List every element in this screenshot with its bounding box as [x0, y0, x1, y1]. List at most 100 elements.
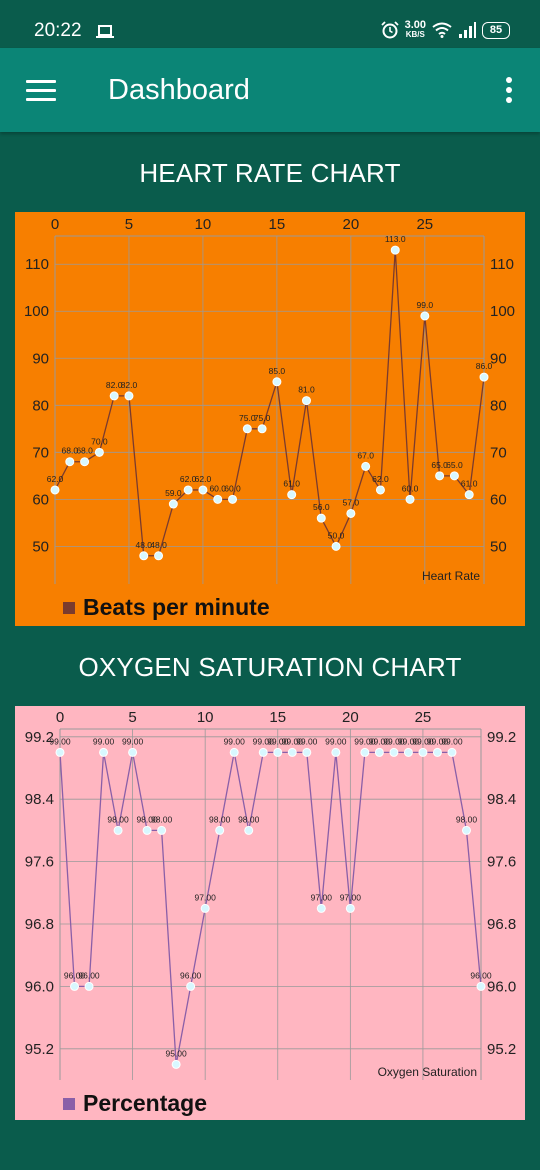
data-point[interactable] [65, 457, 75, 467]
data-point[interactable] [331, 541, 341, 551]
x-tick-label: 20 [343, 216, 360, 233]
status-icons: 3.00 KB/S 85 [380, 18, 510, 42]
page-title: Dashboard [108, 74, 250, 106]
speed-unit: KB/S [405, 30, 425, 39]
data-point[interactable] [70, 981, 80, 991]
y-tick-label-right: 60 [490, 491, 507, 508]
data-point[interactable] [50, 485, 60, 495]
oxygen-chart[interactable]: 0 5 10 15 20 25 95.2 95.2 96.0 96.0 96.8 96.8 97.6 97… [15, 706, 525, 1120]
data-point[interactable] [198, 485, 208, 495]
data-point[interactable] [124, 391, 134, 401]
data-point[interactable] [244, 825, 254, 835]
data-point[interactable] [272, 377, 282, 387]
data-point[interactable] [316, 513, 326, 523]
data-point[interactable] [389, 747, 399, 757]
x-tick-label: 15 [269, 216, 286, 233]
data-value-label: 99.00 [296, 736, 318, 746]
data-point[interactable] [154, 551, 164, 561]
data-point[interactable] [346, 508, 356, 518]
data-point[interactable] [109, 391, 119, 401]
y-tick-label-left: 50 [32, 538, 49, 555]
data-point[interactable] [186, 981, 196, 991]
data-point[interactable] [55, 747, 65, 757]
menu-icon[interactable] [26, 80, 56, 102]
data-point[interactable] [374, 747, 384, 757]
data-point[interactable] [94, 447, 104, 457]
data-point[interactable] [80, 457, 90, 467]
data-point[interactable] [142, 825, 152, 835]
data-point[interactable] [435, 471, 445, 481]
data-point[interactable] [479, 372, 489, 382]
y-tick-label-left: 110 [25, 256, 49, 273]
data-point[interactable] [287, 490, 297, 500]
data-point[interactable] [432, 747, 442, 757]
data-value-label: 98.00 [151, 814, 173, 824]
data-point[interactable] [405, 494, 415, 504]
data-point[interactable] [301, 396, 311, 406]
data-value-label: 99.0 [417, 300, 434, 310]
data-point[interactable] [99, 747, 109, 757]
data-point[interactable] [113, 825, 123, 835]
battery-indicator: 85 [482, 21, 510, 39]
data-point[interactable] [168, 499, 178, 509]
heart-rate-chart[interactable]: 0 5 10 15 20 25 50 50 60 60 70 70 80 80 90 90 100 100 110 1… [15, 212, 525, 626]
data-value-label: 113.0 [385, 234, 406, 244]
x-tick-label: 0 [56, 709, 64, 726]
more-options-icon[interactable] [506, 77, 512, 105]
x-tick-label: 25 [415, 709, 432, 726]
y-tick-label-right: 98.4 [487, 791, 516, 808]
data-point[interactable] [403, 747, 413, 757]
network-speed: 3.00 KB/S [405, 20, 426, 40]
data-point[interactable] [257, 424, 267, 434]
status-bar: 20:22 3.00 KB/S 85 [0, 0, 540, 48]
data-point[interactable] [228, 494, 238, 504]
data-point[interactable] [361, 461, 371, 471]
data-point[interactable] [273, 747, 283, 757]
data-point[interactable] [242, 424, 252, 434]
data-point[interactable] [229, 747, 239, 757]
data-point[interactable] [345, 903, 355, 913]
data-point[interactable] [84, 981, 94, 991]
y-tick-label-left: 90 [32, 350, 49, 367]
data-point[interactable] [331, 747, 341, 757]
data-point[interactable] [447, 747, 457, 757]
y-tick-label-right: 96.8 [487, 916, 516, 933]
data-value-label: 48.0 [150, 540, 167, 550]
data-point[interactable] [215, 825, 225, 835]
data-value-label: 99.00 [224, 736, 246, 746]
data-point[interactable] [128, 747, 138, 757]
data-point[interactable] [375, 485, 385, 495]
data-point[interactable] [157, 825, 167, 835]
data-point[interactable] [418, 747, 428, 757]
oxygen-title: OXYGEN SATURATION CHART [78, 652, 462, 682]
data-point[interactable] [461, 825, 471, 835]
data-point[interactable] [213, 494, 223, 504]
data-value-label: 98.00 [456, 814, 478, 824]
data-value-label: 96.00 [180, 970, 202, 980]
data-point[interactable] [200, 903, 210, 913]
y-tick-label-right: 95.2 [487, 1041, 516, 1058]
data-point[interactable] [183, 485, 193, 495]
data-value-label: 65.0 [446, 460, 463, 470]
data-value-label: 61.0 [283, 479, 300, 489]
data-value-label: 86.0 [476, 361, 493, 371]
data-point[interactable] [390, 245, 400, 255]
data-point[interactable] [258, 747, 268, 757]
data-value-label: 60.0 [224, 483, 241, 493]
y-tick-label-left: 97.6 [25, 854, 54, 871]
data-point[interactable] [139, 551, 149, 561]
data-point[interactable] [464, 490, 474, 500]
data-point[interactable] [360, 747, 370, 757]
y-tick-label-left: 70 [32, 444, 49, 461]
data-point[interactable] [449, 471, 459, 481]
data-point[interactable] [302, 747, 312, 757]
data-point[interactable] [420, 311, 430, 321]
data-point[interactable] [476, 981, 486, 991]
data-value-label: 50.0 [328, 530, 345, 540]
data-point[interactable] [287, 747, 297, 757]
x-tick-label: 20 [342, 709, 359, 726]
data-point[interactable] [171, 1059, 181, 1069]
data-point[interactable] [316, 903, 326, 913]
data-value-label: 68.0 [76, 446, 93, 456]
y-tick-label-right: 80 [490, 397, 507, 414]
